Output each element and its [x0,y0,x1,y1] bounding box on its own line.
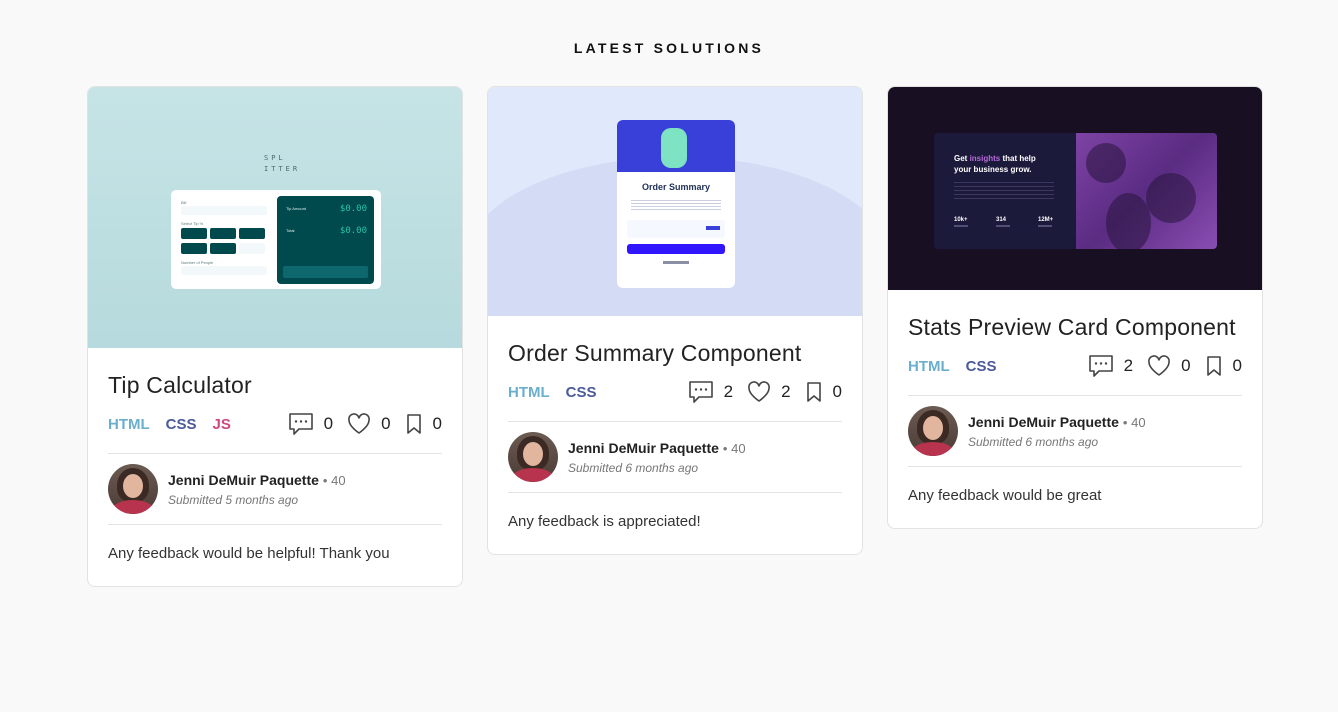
bookmark-icon [406,414,421,434]
tag-list: HTML CSS JS [108,416,231,433]
tag-css[interactable]: CSS [166,416,197,433]
preview-order-card: Order Summary [617,120,735,288]
card-preview-image[interactable]: SPL ITTER Bill Select Tip % Number of Peo… [88,87,462,348]
bookmark-icon [806,382,821,402]
comment-icon [288,413,313,435]
comment-icon [688,381,713,403]
comments-count: 2 [1123,356,1134,375]
preview-stats-card: Get insights that help your business gro… [934,133,1217,249]
solution-card-tip-calculator[interactable]: SPL ITTER Bill Select Tip % Number of Peo… [87,86,463,587]
likes-count: 0 [381,414,391,433]
card-preview-image[interactable]: Order Summary [488,87,862,316]
comments-count: 0 [323,414,334,433]
preview-total: $0.00 [339,226,367,236]
tag-html[interactable]: HTML [908,358,950,375]
feedback-text: Any feedback is appreciated! [508,513,701,530]
author-row[interactable]: Jenni DeMuir Paquette • 40 Submitted 6 mo… [508,422,842,492]
submitted-time: Submitted 6 months ago [968,434,1099,449]
bookmark-icon [1206,356,1221,376]
heart-icon [748,381,770,402]
card-preview-image[interactable]: Get insights that help your business gro… [888,87,1262,290]
preview-heading: Order Summary [641,182,711,192]
solution-card-stats-preview[interactable]: Get insights that help your business gro… [887,86,1263,529]
bookmarks-count: 0 [832,382,842,401]
bookmarks-count: 0 [1232,356,1242,375]
card-title[interactable]: Tip Calculator [108,372,442,399]
tag-js[interactable]: JS [213,416,231,433]
bookmarks-count: 0 [432,414,442,433]
bookmarks-stat[interactable]: 0 [1205,355,1242,377]
tag-html[interactable]: HTML [108,416,150,433]
card-meta: HTML CSS 2 2 0 [508,379,842,405]
card-stats: 2 0 0 [1088,354,1242,378]
likes-count: 0 [1181,356,1191,375]
bookmarks-stat[interactable]: 0 [405,413,442,435]
submitted-time: Submitted 6 months ago [568,460,699,475]
tag-list: HTML CSS [508,384,597,401]
tag-css[interactable]: CSS [966,358,997,375]
likes-stat[interactable]: 2 [747,381,804,403]
submitted-time: Submitted 5 months ago [168,492,299,507]
likes-count: 2 [781,382,791,401]
author-name[interactable]: Jenni DeMuir Paquette [968,414,1119,430]
feedback-text: Any feedback would be great [908,487,1102,504]
comments-count: 2 [723,382,734,401]
preview-calculator: Bill Select Tip % Number of People Tip A… [171,190,381,289]
bookmarks-stat[interactable]: 0 [805,381,842,403]
author-name[interactable]: Jenni DeMuir Paquette [568,440,719,456]
author-score: • 40 [722,440,746,456]
feedback-text: Any feedback would be helpful! Thank you [108,545,390,562]
author-score: • 40 [1122,414,1146,430]
author-score: • 40 [322,472,346,488]
card-meta: HTML CSS 2 0 0 [908,353,1242,379]
likes-stat[interactable]: 0 [1147,355,1204,377]
comments-stat[interactable]: 2 [1088,354,1147,378]
tag-css[interactable]: CSS [566,384,597,401]
heart-icon [348,413,370,434]
solution-card-order-summary[interactable]: Order Summary Order Summary Component HT… [487,86,863,555]
author-row[interactable]: Jenni DeMuir Paquette • 40 Submitted 6 mo… [908,396,1242,466]
author-name[interactable]: Jenni DeMuir Paquette [168,472,319,488]
avatar[interactable] [908,406,958,456]
tag-html[interactable]: HTML [508,384,550,401]
section-title: LATEST SOLUTIONS [573,40,765,56]
comments-stat[interactable]: 2 [688,380,747,404]
tag-list: HTML CSS [908,358,997,375]
preview-tip-amount: $0.00 [339,204,367,214]
preview-logo: SPL ITTER [264,154,301,173]
avatar[interactable] [108,464,158,514]
likes-stat[interactable]: 0 [347,413,404,435]
card-stats: 0 0 0 [288,412,442,436]
comment-icon [1088,355,1113,377]
card-title[interactable]: Stats Preview Card Component [908,314,1242,341]
author-row[interactable]: Jenni DeMuir Paquette • 40 Submitted 5 mo… [108,454,442,524]
heart-icon [1148,355,1170,376]
card-title[interactable]: Order Summary Component [508,340,842,367]
card-stats: 2 2 0 [688,380,842,404]
comments-stat[interactable]: 0 [288,412,347,436]
card-meta: HTML CSS JS 0 0 0 [108,411,442,437]
avatar[interactable] [508,432,558,482]
